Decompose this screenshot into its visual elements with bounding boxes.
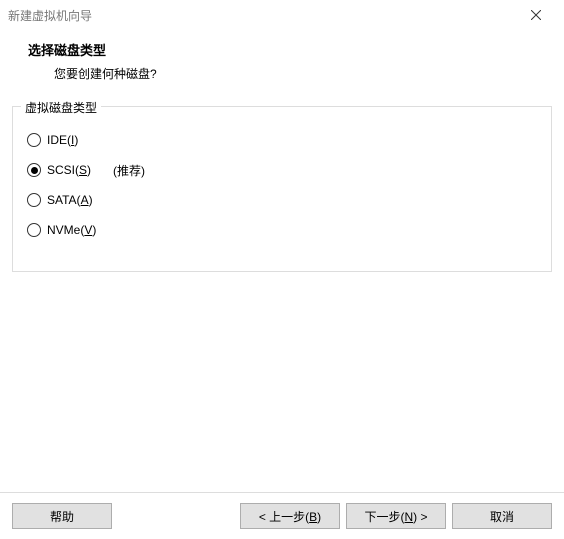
radio-ide[interactable]: IDE(I) bbox=[27, 125, 537, 155]
disk-type-group: 虚拟磁盘类型 IDE(I) SCSI(S) (推荐) SATA(A) NVMe(… bbox=[12, 106, 552, 272]
page-title: 选择磁盘类型 bbox=[28, 40, 544, 59]
next-button-label: 下一步(N) > bbox=[364, 508, 427, 525]
radio-icon bbox=[27, 193, 41, 207]
help-button[interactable]: 帮助 bbox=[12, 503, 112, 529]
cancel-button[interactable]: 取消 bbox=[452, 503, 552, 529]
wizard-content: 虚拟磁盘类型 IDE(I) SCSI(S) (推荐) SATA(A) NVMe(… bbox=[0, 98, 564, 492]
wizard-header: 选择磁盘类型 您要创建何种磁盘? bbox=[0, 30, 564, 98]
titlebar: 新建虚拟机向导 bbox=[0, 0, 564, 30]
back-button-label: < 上一步(B) bbox=[259, 508, 321, 525]
radio-label-ide: IDE(I) bbox=[47, 133, 78, 147]
window-title: 新建虚拟机向导 bbox=[8, 7, 516, 24]
radio-sata[interactable]: SATA(A) bbox=[27, 185, 537, 215]
close-button[interactable] bbox=[516, 1, 556, 29]
close-icon bbox=[531, 10, 541, 20]
page-subtitle: 您要创建何种磁盘? bbox=[28, 65, 544, 82]
help-button-label: 帮助 bbox=[50, 508, 74, 525]
radio-icon bbox=[27, 133, 41, 147]
back-button[interactable]: < 上一步(B) bbox=[240, 503, 340, 529]
radio-icon bbox=[27, 163, 41, 177]
radio-scsi[interactable]: SCSI(S) (推荐) bbox=[27, 155, 537, 185]
radio-icon bbox=[27, 223, 41, 237]
radio-label-sata: SATA(A) bbox=[47, 193, 93, 207]
radio-nvme[interactable]: NVMe(V) bbox=[27, 215, 537, 245]
radio-label-scsi: SCSI(S) bbox=[47, 163, 91, 177]
cancel-button-label: 取消 bbox=[490, 508, 514, 525]
group-legend: 虚拟磁盘类型 bbox=[21, 99, 101, 116]
next-button[interactable]: 下一步(N) > bbox=[346, 503, 446, 529]
wizard-window: 新建虚拟机向导 选择磁盘类型 您要创建何种磁盘? 虚拟磁盘类型 IDE(I) S… bbox=[0, 0, 564, 539]
wizard-footer: 帮助 < 上一步(B) 下一步(N) > 取消 bbox=[0, 492, 564, 539]
radio-label-nvme: NVMe(V) bbox=[47, 223, 96, 237]
recommended-label: (推荐) bbox=[113, 162, 145, 179]
